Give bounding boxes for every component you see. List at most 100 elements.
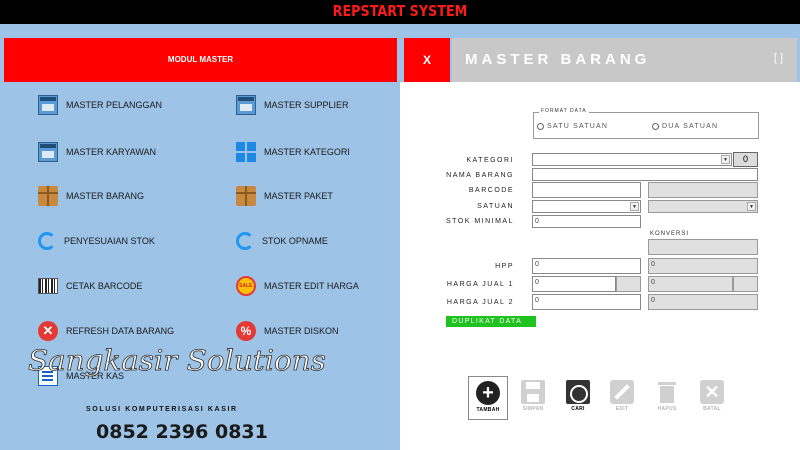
modul-master-panel: MODUL MASTER MASTER PELANGGAN MASTER SUP… xyxy=(0,36,400,450)
radio-label: SATU SATUAN xyxy=(547,123,609,130)
stok-minimal-input[interactable]: 0 xyxy=(532,215,641,228)
brand-logo: Sangkasir Solutions xyxy=(28,344,327,378)
satuan-select[interactable]: ▼ xyxy=(532,200,641,213)
chevron-down-icon: ▼ xyxy=(721,155,730,164)
master-barang-panel: X MASTER BARANG [ ] FORMAT DATA SATU SAT… xyxy=(400,36,800,450)
pencil-icon xyxy=(610,380,634,404)
action-label: SIMPAN xyxy=(522,406,544,412)
radio-circle-icon xyxy=(537,123,544,130)
top-strip xyxy=(0,24,800,36)
nama-barang-label: NAMA BARANG xyxy=(446,172,514,179)
konversi-label: KONVERSI xyxy=(650,231,690,237)
tambah-button[interactable]: + TAMBAH xyxy=(468,376,508,420)
tiles-icon xyxy=(236,142,256,162)
stok-minimal-label: STOK MINIMAL xyxy=(445,218,514,225)
action-label: HAPUS xyxy=(657,406,677,412)
menu-master-diskon[interactable]: % MASTER DISKON xyxy=(236,320,339,342)
barcode-icon xyxy=(38,278,58,294)
harga-jual1-input[interactable]: 0 xyxy=(532,276,616,292)
action-label: CARI xyxy=(571,406,585,412)
menu-label: MASTER BARANG xyxy=(66,191,145,201)
sale-badge-icon xyxy=(236,276,256,296)
action-label: TAMBAH xyxy=(476,407,500,413)
menu-label: REFRESH DATA BARANG xyxy=(66,326,175,336)
kategori-select[interactable]: ▼ xyxy=(532,153,732,166)
menu-label: MASTER PAKET xyxy=(264,191,333,201)
harga-jual1-extra[interactable] xyxy=(616,276,641,292)
action-label: BATAL xyxy=(703,406,721,412)
harga-jual2-input[interactable]: 0 xyxy=(532,294,641,310)
duplikat-data-button[interactable]: DUPLIKAT DATA xyxy=(446,316,536,327)
menu-label: MASTER SUPPLIER xyxy=(264,100,349,110)
menu-master-karyawan[interactable]: MASTER KARYAWAN xyxy=(38,141,156,163)
menu-label: MASTER KARYAWAN xyxy=(66,147,157,157)
barcode2-input[interactable] xyxy=(648,182,758,198)
menu-label: MASTER PELANGGAN xyxy=(66,100,163,110)
window-icon xyxy=(38,95,58,115)
format-data-legend: FORMAT DATA xyxy=(539,108,589,114)
menu-master-barang[interactable]: MASTER BARANG xyxy=(38,185,144,207)
chevron-down-icon: ▼ xyxy=(630,202,639,211)
hpp-input[interactable]: 0 xyxy=(532,258,641,274)
percent-icon: % xyxy=(236,321,256,341)
cancel-icon: ✕ xyxy=(700,380,724,404)
menu-penyesuaian-stok[interactable]: PENYESUAIAN STOK xyxy=(38,230,155,252)
brand-phone: 0852 2396 0831 xyxy=(96,421,268,443)
menu-label: MASTER DISKON xyxy=(264,326,339,336)
harga-jual1b-input[interactable]: 0 xyxy=(648,276,733,292)
plus-icon: + xyxy=(476,381,500,405)
cari-button[interactable]: CARI xyxy=(558,376,598,420)
action-label: EDIT xyxy=(615,406,629,412)
menu-master-pelanggan[interactable]: MASTER PELANGGAN xyxy=(38,94,162,116)
menu-refresh-data-barang[interactable]: ✕ REFRESH DATA BARANG xyxy=(38,320,174,342)
close-button[interactable]: X xyxy=(404,38,450,82)
konversi-input[interactable] xyxy=(648,239,758,255)
harga-jual2-label: HARGA JUAL 2 xyxy=(446,299,514,306)
simpan-button[interactable]: SIMPAN xyxy=(513,376,553,420)
kategori-label: KATEGORI xyxy=(466,157,514,164)
modul-master-header: MODUL MASTER xyxy=(4,38,397,82)
menu-master-paket[interactable]: MASTER PAKET xyxy=(236,185,333,207)
menu-master-edit-harga[interactable]: MASTER EDIT HARGA xyxy=(236,275,359,297)
menu-cetak-barcode[interactable]: CETAK BARCODE xyxy=(38,275,142,297)
maximize-icon[interactable]: [ ] xyxy=(774,52,783,64)
edit-button[interactable]: EDIT xyxy=(602,376,642,420)
sync-icon xyxy=(38,232,56,250)
window-icon xyxy=(38,142,58,162)
title-bar: REPSTART SYSTEM xyxy=(0,0,800,24)
menu-label: CETAK BARCODE xyxy=(66,281,143,291)
radio-label: DUA SATUAN xyxy=(662,123,719,130)
radio-satu-satuan[interactable]: SATU SATUAN xyxy=(537,123,608,130)
menu-label: MASTER KATEGORI xyxy=(264,147,350,157)
barcode-input[interactable] xyxy=(532,182,641,198)
brand-subtitle: SOLUSI KOMPUTERISASI KASIR xyxy=(86,406,238,413)
harga-jual2b-input[interactable]: 0 xyxy=(648,294,758,310)
radio-circle-icon xyxy=(652,123,659,130)
hpp-label: HPP xyxy=(495,263,514,270)
satuan-label: SATUAN xyxy=(477,203,514,210)
x-circle-icon: ✕ xyxy=(38,321,58,341)
search-folder-icon xyxy=(566,380,590,404)
trash-icon xyxy=(655,380,679,404)
boxes-icon xyxy=(236,186,256,206)
barcode-label: BARCODE xyxy=(468,187,514,194)
window-icon xyxy=(236,95,256,115)
sync-icon xyxy=(236,232,254,250)
harga-jual1b-extra[interactable] xyxy=(733,276,758,292)
hapus-button[interactable]: HAPUS xyxy=(647,376,687,420)
menu-master-kategori[interactable]: MASTER KATEGORI xyxy=(236,141,350,163)
menu-master-supplier[interactable]: MASTER SUPPLIER xyxy=(236,94,349,116)
menu-label: MASTER EDIT HARGA xyxy=(264,281,359,291)
menu-stok-opname[interactable]: STOK OPNAME xyxy=(236,230,328,252)
hpp2-input[interactable]: 0 xyxy=(648,258,758,274)
batal-button[interactable]: ✕ BATAL xyxy=(692,376,732,420)
box-icon xyxy=(38,186,58,206)
nama-barang-input[interactable] xyxy=(532,168,758,181)
save-icon xyxy=(521,380,545,404)
format-data-group: FORMAT DATA SATU SATUAN DUA SATUAN xyxy=(533,108,759,139)
radio-dua-satuan[interactable]: DUA SATUAN xyxy=(652,123,718,130)
satuan2-select[interactable]: ▼ xyxy=(648,200,758,213)
master-barang-header: MASTER BARANG [ ] xyxy=(452,38,797,82)
page-title: MASTER BARANG xyxy=(465,51,651,68)
kategori-add-button[interactable]: 0 xyxy=(733,152,758,167)
